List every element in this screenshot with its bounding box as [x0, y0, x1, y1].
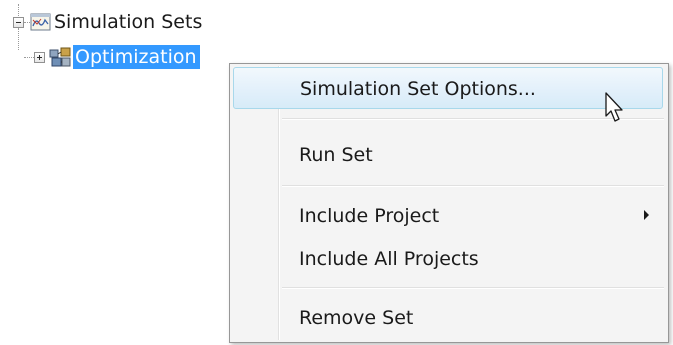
arrow-cursor-icon	[605, 92, 623, 122]
menu-item-label: Run Set	[299, 144, 373, 166]
context-menu: Simulation Set Options... Run Set Includ…	[229, 63, 669, 343]
menu-separator	[282, 185, 664, 187]
menu-item-label: Remove Set	[299, 307, 414, 329]
menu-item-label: Simulation Set Options...	[300, 78, 536, 100]
menu-item-include-project[interactable]: Include Project	[233, 195, 663, 237]
menu-item-remove-set[interactable]: Remove Set	[233, 297, 663, 339]
tree-node-optimization[interactable]: Optimization	[73, 45, 200, 69]
screen: Simulation Sets Optimization Simulation …	[0, 0, 673, 345]
menu-item-include-all-projects[interactable]: Include All Projects	[233, 238, 663, 280]
menu-item-label: Include Project	[299, 205, 440, 227]
optimization-expand-toggle[interactable]	[34, 52, 45, 63]
menu-separator	[282, 287, 664, 289]
tree-node-simulation-sets[interactable]: Simulation Sets	[54, 10, 202, 34]
submenu-arrow-icon	[644, 210, 649, 220]
tree-connector	[18, 4, 19, 18]
tree-connector	[18, 28, 19, 50]
simulation-sets-icon	[30, 13, 51, 31]
menu-item-label: Include All Projects	[299, 248, 479, 270]
menu-item-run-set[interactable]: Run Set	[233, 134, 663, 176]
menu-item-simulation-set-options[interactable]: Simulation Set Options...	[233, 67, 663, 109]
root-collapse-toggle[interactable]	[13, 17, 24, 28]
optimization-set-icon	[49, 47, 71, 67]
